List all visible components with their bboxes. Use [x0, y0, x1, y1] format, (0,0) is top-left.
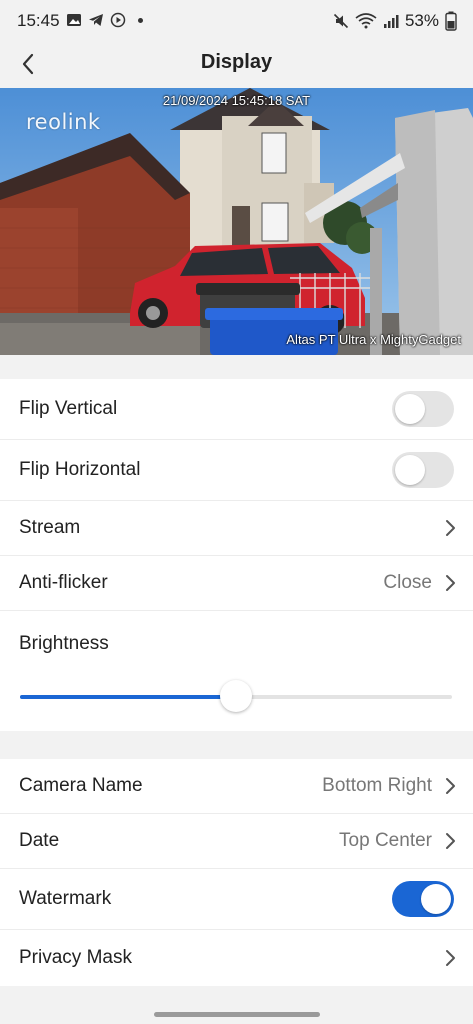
anti-flicker-row[interactable]: Anti-flicker Close [0, 556, 473, 611]
brightness-label: Brightness [19, 633, 109, 654]
stream-row[interactable]: Stream [0, 501, 473, 556]
chevron-right-icon [446, 833, 455, 849]
watermark-label: Watermark [19, 888, 112, 909]
wifi-icon [355, 13, 377, 29]
brightness-slider[interactable] [20, 680, 452, 712]
reolink-logo: reolink [26, 110, 101, 134]
flip-horizontal-row: Flip Horizontal [0, 440, 473, 501]
toggle-knob [395, 455, 425, 485]
battery-percent: 53% [404, 11, 439, 30]
page-title: Display [200, 51, 273, 73]
status-bar: 15:45 53% [0, 0, 473, 44]
anti-flicker-value: Close [383, 572, 432, 593]
brightness-row: Brightness [0, 611, 473, 731]
flip-horizontal-label: Flip Horizontal [19, 459, 141, 480]
camera-name-row[interactable]: Camera Name Bottom Right [0, 759, 473, 814]
chevron-right-icon [446, 520, 455, 536]
play-icon [110, 12, 126, 28]
watermark-toggle[interactable] [392, 881, 454, 917]
stream-label: Stream [19, 517, 81, 538]
telegram-icon [89, 14, 103, 26]
slider-thumb[interactable] [220, 680, 252, 712]
date-label: Date [19, 830, 60, 851]
privacy-mask-row[interactable]: Privacy Mask [0, 930, 473, 986]
camera-name-overlay: Altas PT Ultra x MightyGadget [286, 332, 461, 347]
chevron-right-icon [446, 950, 455, 966]
privacy-mask-label: Privacy Mask [19, 947, 132, 968]
mute-icon [333, 13, 349, 29]
chevron-right-icon [446, 778, 455, 794]
status-time: 15:45 [17, 11, 60, 30]
battery-icon [445, 11, 457, 31]
anti-flicker-label: Anti-flicker [19, 572, 108, 593]
signal-icon [383, 15, 399, 28]
watermark-row: Watermark [0, 869, 473, 930]
home-indicator[interactable] [154, 1012, 320, 1017]
chevron-right-icon [446, 575, 455, 591]
camera-preview[interactable]: reolink 21/09/2024 15:45:18 SAT Altas PT… [0, 88, 473, 355]
toggle-knob [421, 884, 451, 914]
flip-vertical-toggle[interactable] [392, 391, 454, 427]
notification-dot [138, 17, 143, 23]
flip-vertical-label: Flip Vertical [19, 398, 118, 419]
flip-horizontal-toggle[interactable] [392, 452, 454, 488]
flip-vertical-row: Flip Vertical [0, 379, 473, 440]
gallery-icon [67, 14, 81, 26]
camera-name-label: Camera Name [19, 775, 143, 796]
osd-settings-card: Camera Name Bottom Right Date Top Center… [0, 759, 473, 986]
header: Display [0, 44, 473, 84]
date-overlay: 21/09/2024 15:45:18 SAT [162, 93, 311, 108]
date-value: Top Center [339, 830, 432, 851]
date-row[interactable]: Date Top Center [0, 814, 473, 869]
slider-fill [20, 695, 236, 699]
display-settings-card: Flip Vertical Flip Horizontal Stream Ant… [0, 379, 473, 731]
camera-name-value: Bottom Right [322, 775, 432, 796]
toggle-knob [395, 394, 425, 424]
